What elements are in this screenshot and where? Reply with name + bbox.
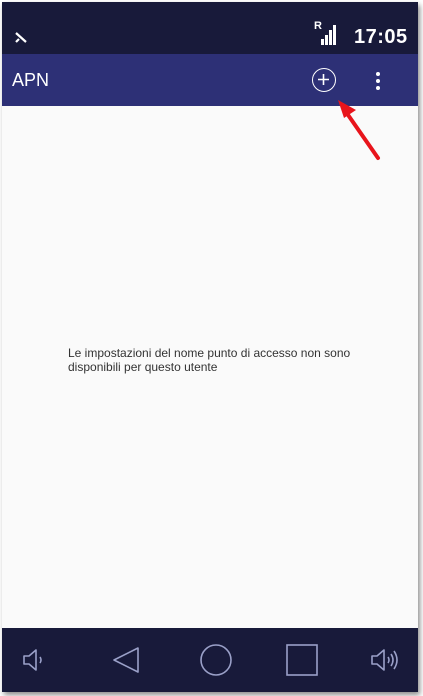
volume-down-icon[interactable]	[20, 642, 48, 678]
add-apn-button[interactable]	[312, 68, 336, 92]
empty-state-message: Le impostazioni del nome punto di access…	[68, 346, 351, 374]
back-icon[interactable]	[108, 642, 144, 678]
apn-list-area: Le impostazioni del nome punto di access…	[2, 106, 418, 628]
status-bar: R 17:05	[2, 2, 418, 54]
signal-bars-icon: R	[314, 20, 344, 46]
status-time: 17:05	[354, 26, 408, 48]
more-options-button[interactable]	[370, 68, 386, 94]
page-title: APN	[12, 70, 50, 90]
app-bar: APN	[2, 54, 418, 106]
no-sim-icon	[15, 32, 27, 43]
recents-icon[interactable]	[284, 642, 320, 678]
volume-up-icon[interactable]	[368, 642, 404, 678]
phone-screen: R 17:05 APN Le impostazioni del nome pun…	[2, 2, 418, 692]
more-vert-icon	[376, 72, 380, 76]
add-circle-icon	[318, 74, 329, 85]
home-icon[interactable]	[198, 642, 234, 678]
navigation-bar	[2, 628, 418, 692]
